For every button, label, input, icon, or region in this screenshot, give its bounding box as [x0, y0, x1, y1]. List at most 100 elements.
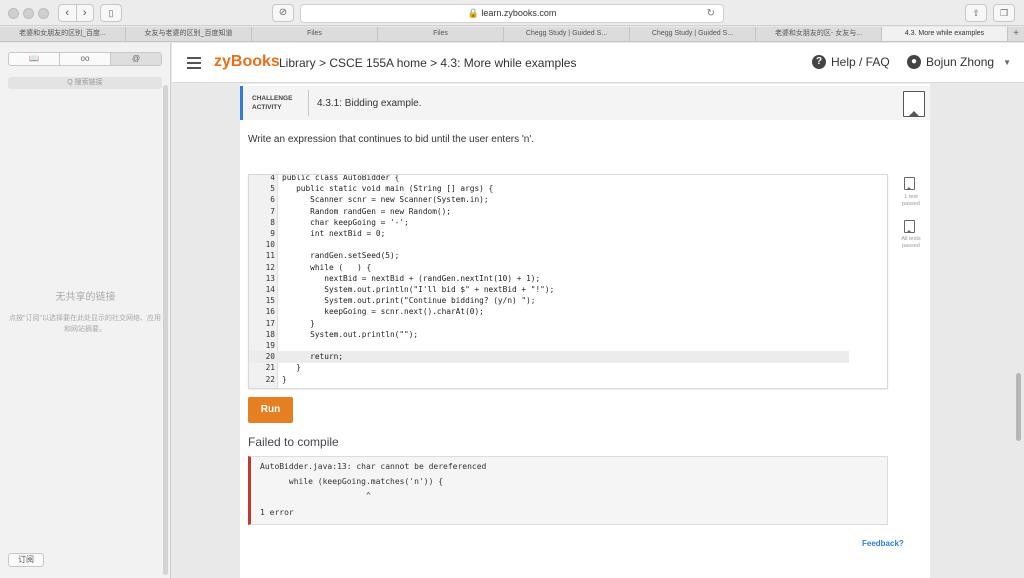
code-line[interactable]: 22}: [249, 374, 287, 386]
error-line: while (keepGoing.matches('n')) {: [260, 477, 444, 486]
error-line: 1 error: [260, 508, 294, 517]
code-line[interactable]: 7 Random randGen = new Random();: [249, 206, 451, 218]
back-icon[interactable]: ‹: [59, 5, 76, 21]
zybooks-header: zyBooks Library > CSCE 155A home > 4.3: …: [172, 43, 1024, 83]
url-text: learn.zybooks.com: [481, 8, 557, 18]
code-text: return;: [282, 352, 344, 362]
shared-links-sidebar: 📖 oo @ Q 搜索链接 无共享的链接 点按"订阅"以选择要在此处显示的社交网络、…: [0, 43, 171, 578]
line-number: 22: [265, 374, 275, 384]
sidebar-scrollbar[interactable]: [163, 85, 168, 575]
bookmark-icon[interactable]: [903, 91, 925, 117]
code-line[interactable]: 17 }: [249, 318, 315, 330]
code-text: while ( ) {: [282, 262, 372, 272]
code-line[interactable]: 11 randGen.setSeed(5);: [249, 250, 400, 262]
code-line[interactable]: 12 while ( ) {: [249, 262, 372, 274]
code-text: System.out.println("I'll bid $" + nextBi…: [282, 285, 555, 294]
tab-2[interactable]: Files: [252, 27, 378, 41]
reload-icon[interactable]: ↻: [707, 5, 715, 22]
challenge-activity-card: CHALLENGE ACTIVITY 4.3.1: Bidding exampl…: [240, 84, 930, 578]
page-scrollbar[interactable]: [1016, 373, 1021, 441]
lock-icon: 🔒: [467, 8, 479, 18]
code-line[interactable]: 10: [249, 239, 282, 251]
code-line[interactable]: 13 nextBid = nextBid + (randGen.nextInt(…: [249, 273, 541, 285]
line-number: 10: [265, 240, 275, 250]
line-number: 6: [270, 195, 275, 205]
code-text: Random randGen = new Random();: [282, 206, 451, 216]
compiler-error-output: AutoBidder.java:13: char cannot be deref…: [248, 456, 888, 525]
zybooks-logo[interactable]: zyBooks: [214, 53, 280, 71]
code-line[interactable]: 15 System.out.print("Continue bidding? (…: [249, 295, 536, 307]
breadcrumb[interactable]: Library > CSCE 155A home > 4.3: More whi…: [279, 56, 576, 70]
address-bar[interactable]: 🔒 learn.zybooks.com ↻: [300, 4, 724, 23]
code-line[interactable]: 14 System.out.println("I'll bid $" + nex…: [249, 284, 555, 296]
forward-icon[interactable]: ›: [75, 5, 94, 21]
code-line[interactable]: 4 public class AutoBidder {: [249, 174, 400, 184]
shared-links-icon[interactable]: @: [110, 53, 161, 65]
zoom-window-button[interactable]: [38, 8, 49, 19]
code-line[interactable]: 5 public static void main (String [] arg…: [249, 183, 493, 195]
share-icon[interactable]: ⇧: [965, 4, 987, 22]
line-number: 16: [265, 307, 275, 317]
line-number: 15: [265, 296, 275, 306]
test-all-label: All tests passed: [901, 236, 921, 249]
tab-5[interactable]: Chegg Study | Guided S...: [630, 27, 756, 41]
tab-7[interactable]: 4.3. More while examples: [882, 27, 1008, 41]
empty-title: 无共享的链接: [55, 292, 116, 303]
line-number: 12: [265, 262, 275, 272]
line-number: 14: [265, 285, 275, 294]
code-text: public class AutoBidder {: [282, 174, 400, 182]
code-line[interactable]: 19: [249, 340, 282, 352]
history-nav: ‹ ›: [58, 4, 94, 22]
challenge-activity-label: CHALLENGE ACTIVITY: [252, 95, 293, 111]
minimize-window-button[interactable]: [23, 8, 34, 19]
code-line[interactable]: 6 Scanner scnr = new Scanner(System.in);: [249, 194, 488, 206]
browser-toolbar: ‹ › ▯ ⊘ 🔒 learn.zybooks.com ↻ ⇧ ❐: [0, 0, 1024, 26]
line-number: 4: [270, 174, 275, 182]
subscribe-button[interactable]: 订阅: [8, 553, 44, 567]
line-number: 17: [265, 318, 275, 328]
reading-list-icon[interactable]: oo: [59, 53, 110, 65]
code-text: System.out.println("");: [282, 329, 419, 339]
code-editor[interactable]: 4 public class AutoBidder {5 public stati…: [248, 174, 888, 389]
code-text: System.out.print("Continue bidding? (y/n…: [282, 296, 536, 306]
line-number: 13: [265, 273, 275, 283]
tab-3[interactable]: Files: [378, 27, 504, 41]
tab-6[interactable]: 老婆和女朋友的区- 女友与...: [756, 27, 882, 41]
challenge-header: CHALLENGE ACTIVITY 4.3.1: Bidding exampl…: [240, 86, 930, 120]
code-text: }: [282, 374, 287, 384]
code-line[interactable]: 20 return;: [249, 351, 849, 363]
code-text: char keepGoing = '-';: [282, 217, 409, 227]
code-line[interactable]: 21 }: [249, 362, 301, 374]
challenge-title: 4.3.1: Bidding example.: [317, 98, 422, 109]
bookmarks-icon[interactable]: 📖: [9, 53, 59, 65]
line-number: 9: [270, 229, 275, 238]
code-text: nextBid = nextBid + (randGen.nextInt(10)…: [282, 273, 541, 283]
tab-1[interactable]: 女友与老婆的区别_百度知道: [126, 27, 252, 41]
code-line[interactable]: 18 System.out.println("");: [249, 329, 419, 341]
sidebar-toggle-icon[interactable]: ▯: [100, 4, 122, 22]
tab-4[interactable]: Chegg Study | Guided S...: [504, 27, 630, 41]
user-menu[interactable]: ● Bojun Zhong ▼: [907, 55, 1011, 69]
line-number: 19: [265, 341, 275, 350]
compile-result-title: Failed to compile: [248, 435, 339, 449]
close-window-button[interactable]: [8, 8, 19, 19]
code-line[interactable]: 8 char keepGoing = '-';: [249, 217, 409, 229]
tabs-overview-icon[interactable]: ❐: [993, 4, 1015, 22]
tab-0[interactable]: 老婆和女朋友的区别_百度...: [0, 27, 126, 41]
menu-icon[interactable]: [187, 57, 201, 69]
help-link[interactable]: ? Help / FAQ: [812, 55, 890, 69]
test-1-status-icon: [904, 177, 915, 190]
line-number: 21: [265, 363, 275, 373]
tab-bar: 老婆和女朋友的区别_百度... 女友与老婆的区别_百度知道 Files Files Ch…: [0, 27, 1024, 42]
code-line[interactable]: 9 int nextBid = 0;: [249, 228, 385, 240]
code-line[interactable]: 16 keepGoing = scnr.next().charAt(0);: [249, 306, 484, 318]
test-all-status-icon: [904, 220, 915, 233]
chevron-down-icon: ▼: [1003, 57, 1011, 67]
sidebar-search-input[interactable]: Q 搜索链接: [8, 77, 162, 89]
code-text: keepGoing = scnr.next().charAt(0);: [282, 307, 484, 317]
privacy-icon[interactable]: ⊘: [272, 4, 294, 22]
new-tab-button[interactable]: +: [1008, 27, 1024, 41]
error-line: ^: [260, 491, 371, 500]
feedback-link[interactable]: Feedback?: [862, 539, 904, 548]
run-button[interactable]: Run: [248, 397, 293, 423]
